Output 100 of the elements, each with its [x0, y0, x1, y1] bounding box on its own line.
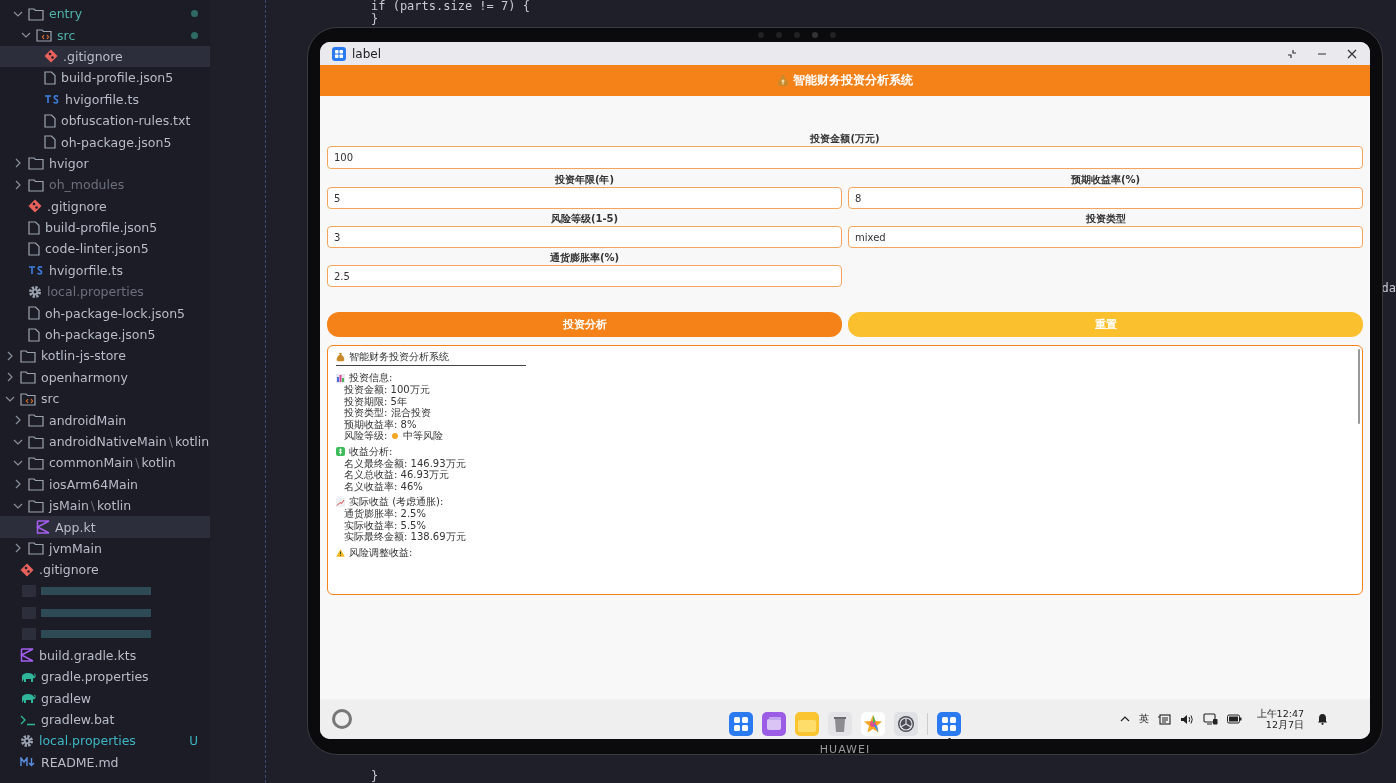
settings-icon[interactable]: [894, 712, 918, 736]
file-name[interactable]: obfuscation-rules.txt: [61, 113, 191, 129]
window-title: label: [352, 46, 382, 61]
file-name[interactable]: openharmony: [41, 369, 128, 385]
money-bag-icon: [777, 74, 789, 87]
risk-level: 中等风险: [403, 430, 444, 442]
file-name[interactable]: gradlew: [41, 690, 92, 706]
folder-icon: [20, 348, 36, 363]
result-line: 实际收益率: 5.5%: [344, 519, 426, 531]
input-field[interactable]: 8: [848, 187, 1363, 209]
section-heading: 投资信息:: [349, 372, 393, 384]
keyboard-icon[interactable]: [1157, 713, 1171, 725]
folder-icon: [28, 477, 44, 492]
section-heading: 风险调整收益:: [349, 546, 413, 559]
field-label: 预期收益率(%): [1070, 173, 1141, 187]
input-field[interactable]: 100: [327, 146, 1363, 169]
path-suffix[interactable]: kotlin: [97, 498, 132, 514]
file-name[interactable]: hvigorfile.ts: [65, 91, 139, 107]
path-separator: \: [135, 455, 140, 471]
folder-icon: [28, 434, 44, 449]
app-grid-icon[interactable]: [937, 712, 961, 736]
source-folder-icon: [20, 391, 36, 406]
folder-icon: [28, 6, 44, 21]
folder-icon: [20, 370, 36, 385]
file-icon: [44, 70, 56, 85]
file-name[interactable]: src: [57, 27, 76, 43]
trend-chart-icon: [336, 497, 345, 507]
clock-time[interactable]: 上午12:47: [1256, 708, 1304, 719]
windows-app-icon[interactable]: [762, 712, 786, 736]
money-bag-icon: [336, 352, 345, 362]
file-name[interactable]: androidNativeMain: [49, 434, 167, 449]
file-name[interactable]: build-profile.json5: [45, 220, 158, 236]
bell-icon[interactable]: [1317, 713, 1328, 725]
file-name[interactable]: jsMain: [49, 498, 89, 514]
folder-icon: [28, 541, 44, 556]
field-label: 投资金额(万元): [810, 132, 880, 146]
kotlin-icon: [36, 520, 50, 535]
folder-icon: [28, 498, 44, 513]
input-field[interactable]: mixed: [848, 226, 1363, 248]
file-name[interactable]: code-linter.json5: [45, 241, 149, 257]
file-name[interactable]: .gitignore: [47, 198, 107, 214]
file-name[interactable]: gradle.properties: [41, 669, 149, 685]
folder-icon: [28, 177, 44, 192]
launcher-icon[interactable]: [332, 709, 352, 729]
input-field[interactable]: 3: [327, 226, 842, 248]
result-line: 实际最终金额: 138.69万元: [344, 531, 466, 543]
section-heading: 收益分析:: [349, 445, 393, 458]
elephant-icon: [20, 692, 36, 705]
file-name[interactable]: oh-package.json5: [45, 327, 156, 343]
file-name[interactable]: androidMain: [49, 412, 127, 428]
scrollbar[interactable]: [1358, 349, 1360, 424]
restore-icon[interactable]: [1286, 47, 1298, 60]
file-name[interactable]: App.kt: [55, 519, 96, 535]
input-field[interactable]: 2.5: [327, 265, 842, 287]
file-name[interactable]: .gitignore: [63, 48, 123, 64]
result-line: 名义总收益: 46.93万元: [344, 469, 450, 481]
file-name[interactable]: oh-package.json5: [61, 134, 172, 150]
file-icon: [28, 242, 40, 256]
field-label: 投资年限(年): [554, 173, 615, 187]
display-icon[interactable]: [1202, 713, 1218, 725]
git-status: U: [189, 733, 198, 748]
result-title: 智能财务投资分析系统: [349, 351, 449, 363]
chevron-up-icon[interactable]: [1119, 715, 1130, 723]
path-suffix[interactable]: kotlin: [174, 434, 210, 449]
result-line: 风险等级:: [344, 430, 388, 442]
file-name[interactable]: jvmMain: [49, 540, 102, 556]
kotlin-icon: [20, 648, 34, 663]
file-name[interactable]: src: [41, 391, 60, 407]
file-name[interactable]: local.properties: [39, 733, 136, 749]
file-name[interactable]: entry: [49, 6, 83, 22]
file-icon: [44, 135, 56, 150]
file-name[interactable]: gradlew.bat: [41, 712, 115, 728]
input-field[interactable]: 5: [327, 187, 842, 209]
clock-date[interactable]: 12月7日: [1265, 719, 1304, 730]
bar-chart-icon: [336, 373, 345, 383]
file-name[interactable]: build-profile.json5: [61, 70, 174, 86]
volume-icon[interactable]: [1179, 713, 1194, 725]
input-method-indicator[interactable]: 英: [1138, 712, 1149, 726]
path-suffix[interactable]: kotlin: [141, 455, 176, 471]
file-name[interactable]: hvigorfile.ts: [49, 262, 123, 278]
code-line: }: [371, 769, 379, 783]
warning-icon: [336, 548, 345, 557]
file-name[interactable]: kotlin-js-store: [41, 348, 126, 364]
app-grid-icon[interactable]: [729, 712, 753, 736]
file-icon: [28, 327, 40, 342]
result-line: 投资类型: 混合投资: [344, 407, 431, 419]
file-name[interactable]: README.md: [41, 754, 119, 770]
result-line: 通货膨胀率: 2.5%: [344, 508, 426, 520]
trash-icon[interactable]: [828, 712, 852, 736]
photos-icon[interactable]: [861, 712, 885, 736]
file-name[interactable]: .gitignore: [39, 562, 99, 578]
file-name[interactable]: iosArm64Main: [49, 476, 139, 492]
file-name[interactable]: hvigor: [49, 155, 89, 171]
file-name[interactable]: oh-package-lock.json5: [45, 305, 186, 321]
source-folder-icon: [36, 28, 52, 43]
close-icon[interactable]: [1346, 47, 1358, 60]
file-name[interactable]: commonMain: [49, 455, 134, 471]
typescript-icon: [28, 265, 44, 276]
path-separator: \: [90, 498, 96, 514]
file-name[interactable]: build.gradle.kts: [39, 647, 137, 663]
